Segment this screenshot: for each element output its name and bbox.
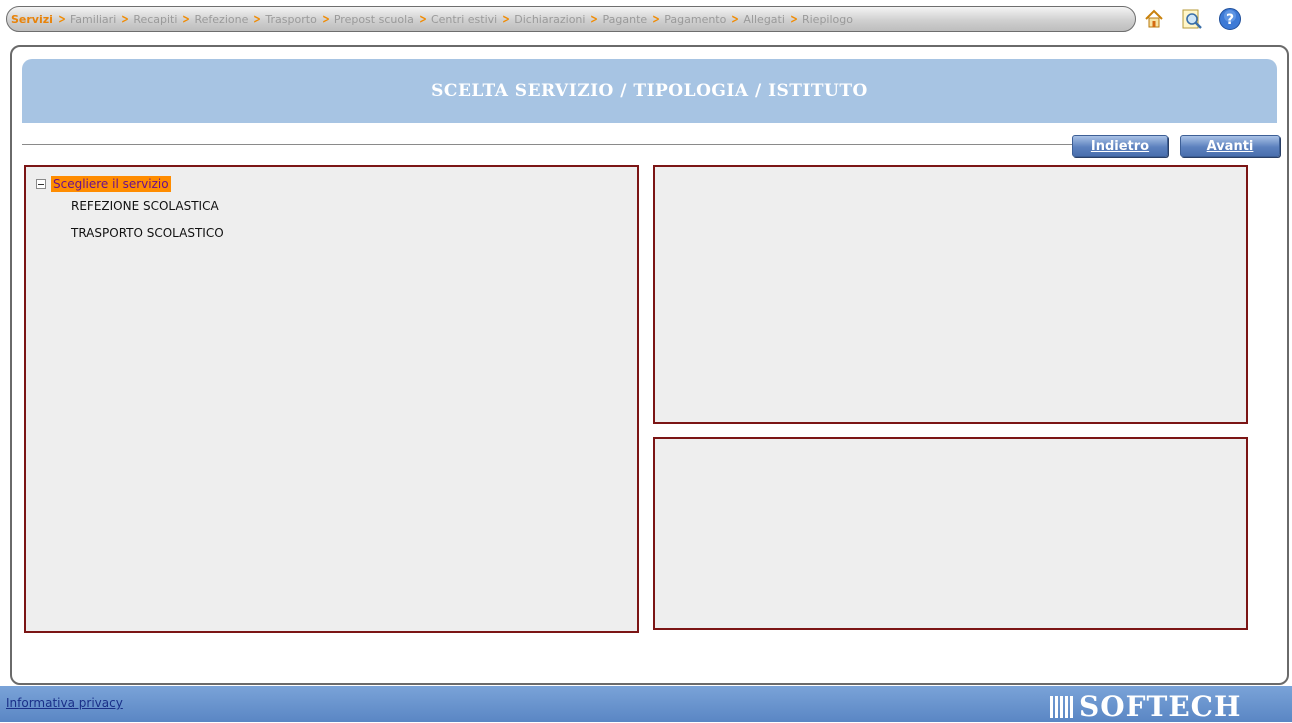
- chevron-right-icon: >: [731, 12, 740, 26]
- page-title: SCELTA SERVIZIO / TIPOLOGIA / ISTITUTO: [431, 81, 868, 101]
- tree-item-refezione-scolastica[interactable]: REFEZIONE SCOLASTICA: [71, 193, 224, 220]
- logo-text: SOFTECH: [1079, 690, 1242, 723]
- breadcrumb-item-dichiarazioni[interactable]: Dichiarazioni >: [514, 12, 602, 26]
- institute-panel: [653, 437, 1248, 630]
- home-icon[interactable]: [1142, 7, 1166, 31]
- breadcrumb-label[interactable]: Allegati: [743, 13, 785, 26]
- breadcrumb-label[interactable]: Riepilogo: [802, 13, 853, 26]
- tree-item-trasporto-scolastico[interactable]: TRASPORTO SCOLASTICO: [71, 220, 224, 247]
- chevron-right-icon: >: [58, 12, 66, 26]
- breadcrumb-label[interactable]: Trasporto: [265, 13, 316, 26]
- footer: Informativa privacy SOFTECH: [0, 686, 1292, 723]
- chevron-right-icon: >: [253, 12, 262, 26]
- chevron-right-icon: >: [790, 12, 798, 26]
- breadcrumb-item-trasporto[interactable]: Trasporto >: [265, 12, 333, 26]
- chevron-right-icon: >: [590, 12, 599, 26]
- section-header: SCELTA SERVIZIO / TIPOLOGIA / ISTITUTO: [22, 59, 1277, 123]
- next-button[interactable]: Avanti: [1180, 135, 1280, 157]
- tree-root-label[interactable]: Scegliere il servizio: [51, 176, 171, 192]
- chevron-right-icon: >: [121, 12, 130, 26]
- tree-root[interactable]: Scegliere il servizio: [36, 175, 224, 193]
- chevron-right-icon: >: [322, 12, 330, 26]
- breadcrumb-item-riepilogo[interactable]: Riepilogo: [802, 13, 853, 26]
- service-tree-panel: Scegliere il servizio REFEZIONE SCOLASTI…: [24, 165, 639, 633]
- chevron-right-icon: >: [652, 12, 660, 26]
- breadcrumb-item-familiari[interactable]: Familiari >: [70, 12, 133, 26]
- toolbar-icons: ?: [1142, 7, 1242, 31]
- chevron-right-icon: >: [502, 12, 511, 26]
- breadcrumb-item-recapiti[interactable]: Recapiti >: [133, 12, 194, 26]
- breadcrumb-item-refezione[interactable]: Refezione >: [195, 12, 266, 26]
- collapse-icon[interactable]: [36, 179, 46, 189]
- logo-bars-icon: [1050, 695, 1073, 718]
- breadcrumb-label[interactable]: Prepost scuola: [334, 13, 414, 26]
- chevron-right-icon: >: [419, 12, 427, 26]
- back-button[interactable]: Indietro: [1072, 135, 1168, 157]
- breadcrumb-label[interactable]: Recapiti: [133, 13, 177, 26]
- breadcrumb-label[interactable]: Servizi: [11, 13, 53, 26]
- breadcrumb-item-pagamento[interactable]: Pagamento >: [664, 12, 743, 26]
- breadcrumb-item-servizi[interactable]: Servizi >: [11, 12, 70, 26]
- breadcrumb-item-prepost-scuola[interactable]: Prepost scuola >: [334, 12, 431, 26]
- help-icon[interactable]: ?: [1218, 7, 1242, 31]
- breadcrumb-label[interactable]: Refezione: [195, 13, 249, 26]
- breadcrumb-label[interactable]: Dichiarazioni: [514, 13, 585, 26]
- breadcrumb-label[interactable]: Familiari: [70, 13, 116, 26]
- search-document-icon[interactable]: [1180, 7, 1204, 31]
- main-frame: SCELTA SERVIZIO / TIPOLOGIA / ISTITUTO I…: [10, 45, 1289, 685]
- breadcrumb-label[interactable]: Pagante: [603, 13, 648, 26]
- svg-text:?: ?: [1226, 12, 1234, 28]
- wizard-breadcrumb: Servizi > Familiari > Recapiti > Refezio…: [6, 6, 1136, 32]
- breadcrumb-label[interactable]: Centri estivi: [431, 13, 497, 26]
- typology-panel: [653, 165, 1248, 424]
- service-tree: Scegliere il servizio REFEZIONE SCOLASTI…: [36, 175, 224, 247]
- privacy-link[interactable]: Informativa privacy: [6, 696, 123, 710]
- breadcrumb-item-centri-estivi[interactable]: Centri estivi >: [431, 12, 514, 26]
- softech-logo: SOFTECH: [1050, 690, 1241, 723]
- breadcrumb-item-pagante[interactable]: Pagante >: [603, 12, 665, 26]
- breadcrumb-item-allegati[interactable]: Allegati >: [743, 12, 802, 26]
- divider: [22, 144, 1074, 145]
- breadcrumb-label[interactable]: Pagamento: [664, 13, 726, 26]
- chevron-right-icon: >: [182, 12, 191, 26]
